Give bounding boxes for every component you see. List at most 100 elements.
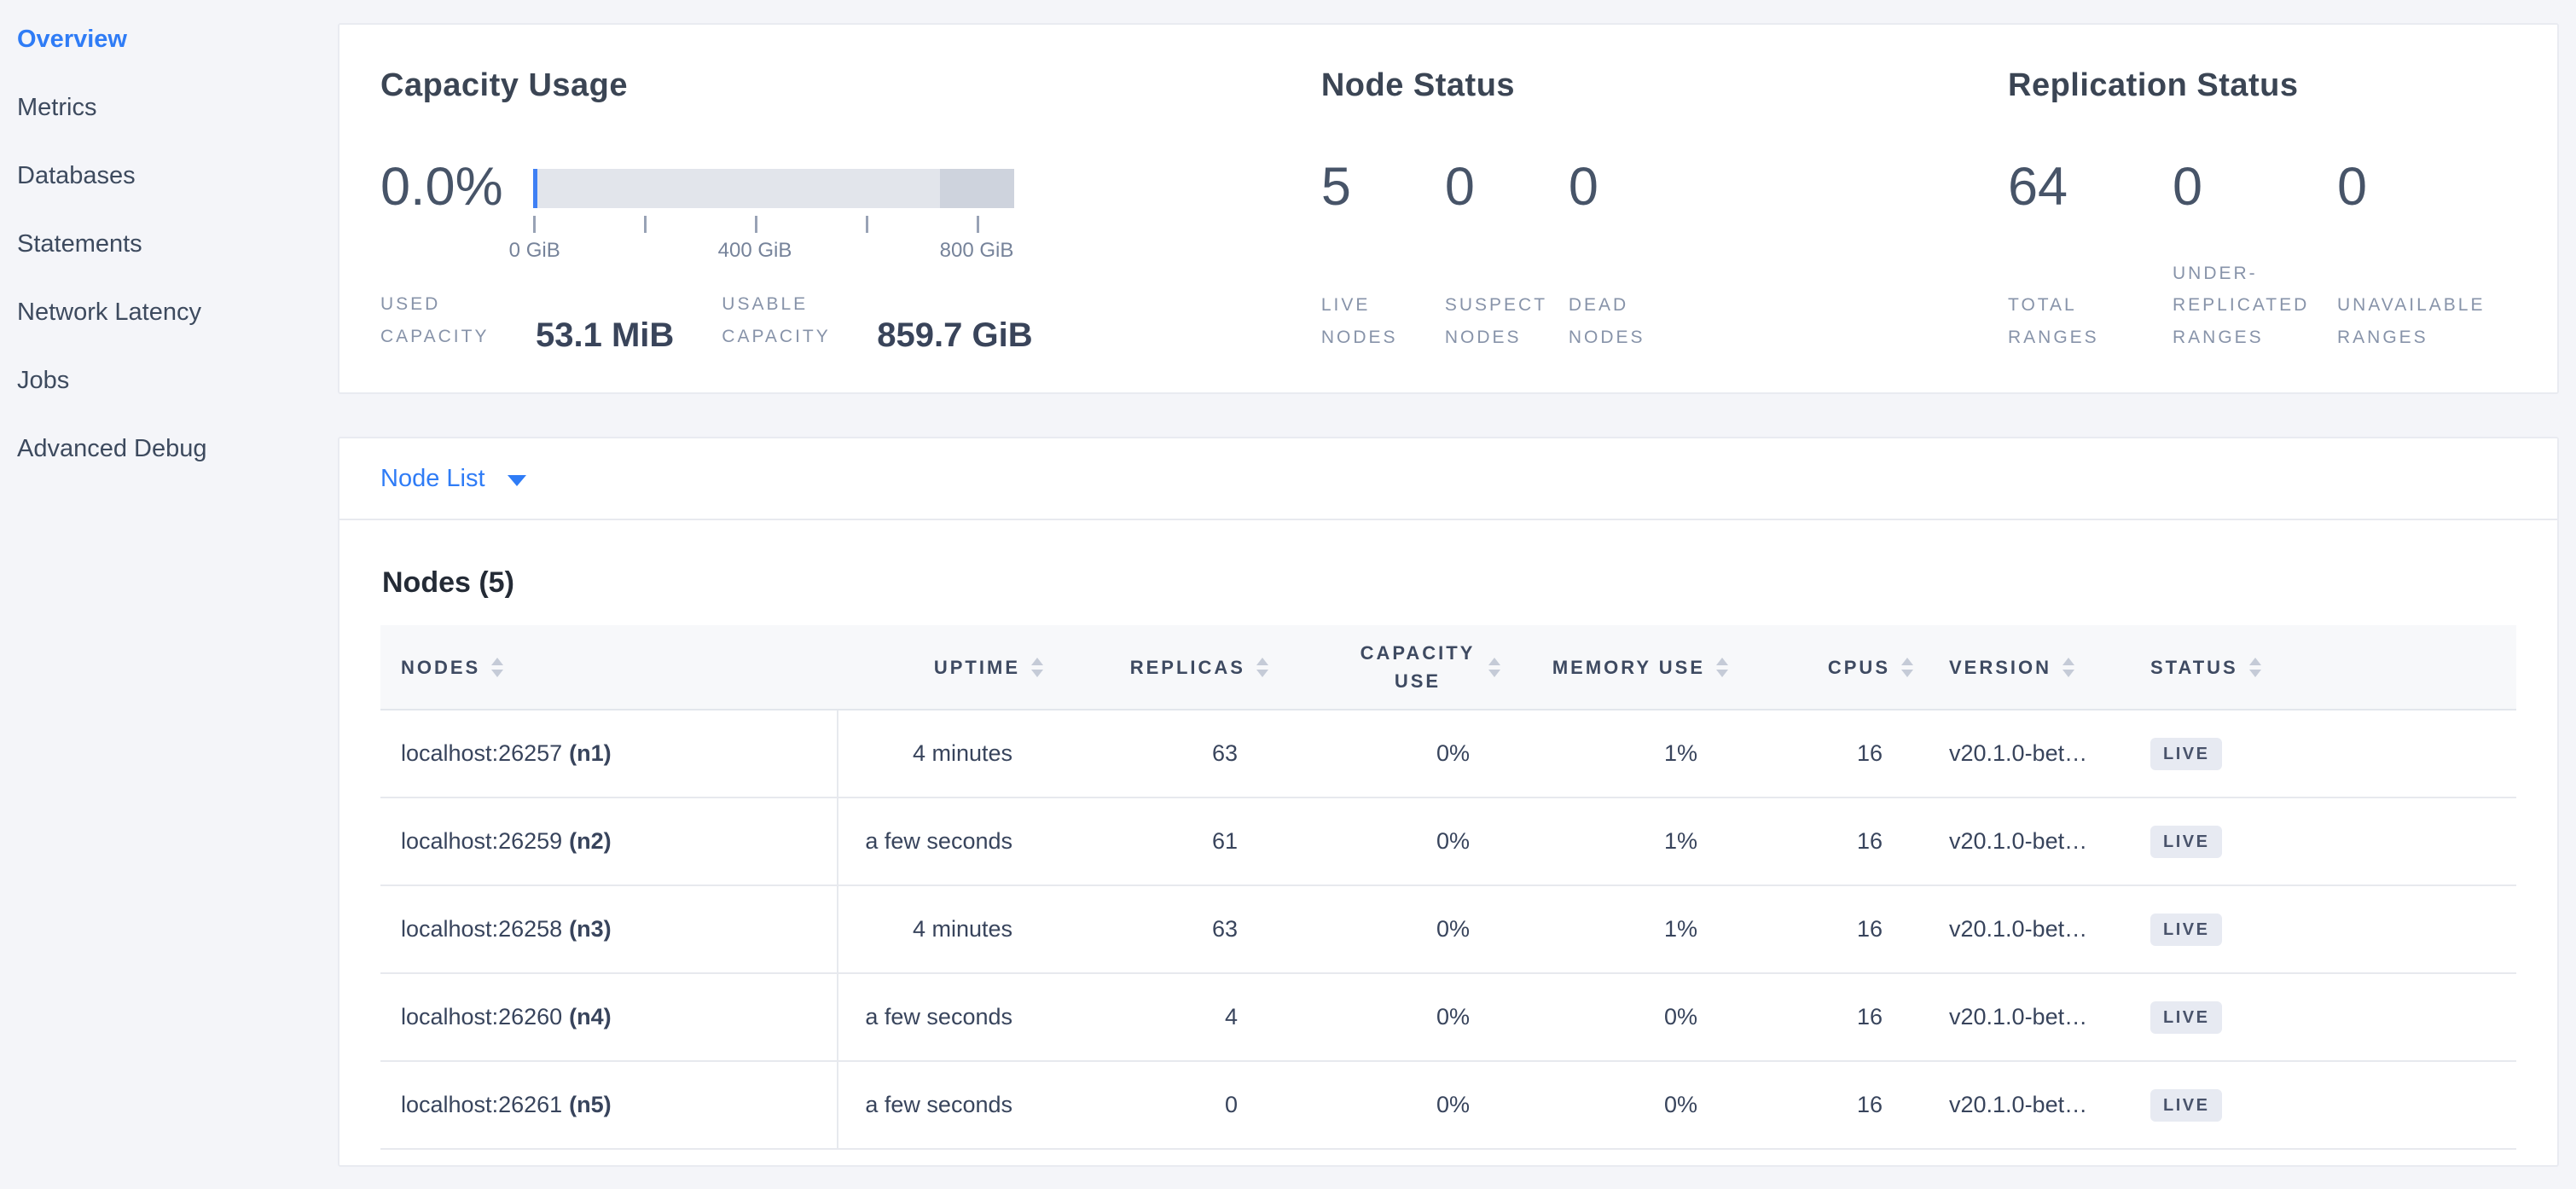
node-id: (n5) — [569, 1092, 612, 1118]
table-row-node-1[interactable]: localhost:26257(n1)4 minutes630%1%16v20.… — [380, 710, 2516, 798]
sidebar-item-advanced-debug[interactable]: Advanced Debug — [0, 415, 338, 483]
status-cell: LIVE — [2126, 1062, 2516, 1148]
column-header-nodes[interactable]: NODES — [380, 625, 838, 709]
status-badge: LIVE — [2150, 738, 2222, 770]
capacity-bar-used-segment — [533, 169, 537, 208]
status-cell: LIVE — [2126, 886, 2516, 972]
sort-arrows-icon — [1031, 658, 1043, 677]
version-cell: v20.1.0-bet… — [1925, 710, 2126, 797]
node-address-cell: localhost:26259(n2) — [380, 798, 838, 884]
replication-status-values: 6400 — [2008, 160, 2516, 214]
column-header-label: CAPACITY USE — [1358, 639, 1477, 695]
axis-tick — [644, 216, 647, 233]
status-cell: LIVE — [2126, 710, 2516, 797]
node-status-labels: LIVE NODESSUSPECT NODESDEAD NODES — [1321, 289, 2008, 353]
replicas-cell: 0 — [1055, 1062, 1280, 1148]
dead-nodes-value: 0 — [1569, 160, 1680, 214]
sidebar-item-overview[interactable]: Overview — [0, 5, 338, 73]
cpus-cell: 16 — [1740, 1062, 1925, 1148]
column-header-uptime[interactable]: UPTIME — [838, 625, 1055, 709]
axis-tick — [755, 216, 757, 233]
replicas-cell: 4 — [1055, 974, 1280, 1060]
capacity-use-cell: 0% — [1280, 1062, 1512, 1148]
total-ranges-label: TOTAL RANGES — [2008, 289, 2173, 353]
node-list-dropdown[interactable]: Node List — [380, 465, 526, 493]
node-address-cell: localhost:26261 (n5) — [380, 1062, 838, 1148]
nodes-table-section: Nodes (5) NODESUPTIMEREPLICASCAPACITY US… — [339, 566, 2557, 1150]
axis-label-400gib: 400 GiB — [718, 239, 792, 263]
column-header-status[interactable]: STATUS — [2126, 625, 2516, 709]
under-replicated-ranges-value: 0 — [2173, 160, 2337, 214]
node-address-cell: localhost:26258(n3) — [380, 886, 838, 972]
view-selector-row: Node List — [339, 438, 2557, 520]
used-capacity-label: USED CAPACITY — [380, 288, 510, 353]
status-cell: LIVE — [2126, 798, 2516, 884]
capacity-use-cell: 0% — [1280, 798, 1512, 884]
node-address: localhost:26261 — [401, 1092, 562, 1118]
chevron-down-icon — [508, 475, 526, 486]
memory-use-cell: 0% — [1512, 1062, 1740, 1148]
column-header-capacity-use[interactable]: CAPACITY USE — [1280, 625, 1512, 709]
table-header-row: NODES UPTIMEREPLICAS CAPACITY USE MEMORY US… — [380, 625, 2516, 710]
node-address-cell: localhost:26257 (n1) — [380, 710, 838, 797]
used-capacity-value: 53.1 MiB — [536, 317, 674, 353]
replicas-cell: 61 — [1055, 798, 1280, 884]
status-badge: LIVE — [2150, 826, 2222, 858]
column-header-version[interactable]: VERSION — [1925, 625, 2126, 709]
column-header-replicas[interactable]: REPLICAS — [1055, 625, 1280, 709]
sidebar-item-databases[interactable]: Databases — [0, 142, 338, 210]
capacity-use-cell: 0% — [1280, 886, 1512, 972]
memory-use-cell: 1% — [1512, 710, 1740, 797]
sort-arrows-icon — [2063, 658, 2074, 677]
usable-capacity-label: USABLE CAPACITY — [722, 288, 851, 353]
usable-capacity-value: 859.7 GiB — [877, 317, 1032, 353]
table-row-node-2[interactable]: localhost:26259(n2)a few seconds610%1%16… — [380, 798, 2516, 886]
unavailable-ranges-value: 0 — [2337, 160, 2367, 214]
sort-arrows-icon — [1716, 658, 1728, 677]
column-header-label: STATUS — [2150, 653, 2238, 682]
node-address: localhost:26260 — [401, 1004, 562, 1030]
under-replicated-ranges-label: UNDER-REPLICATED RANGES — [2173, 258, 2337, 353]
node-id: (n4) — [569, 1004, 612, 1030]
sidebar-item-metrics[interactable]: Metrics — [0, 73, 338, 142]
capacity-bar — [533, 169, 1014, 208]
node-status-values: 500 — [1321, 160, 2008, 214]
sidebar-item-statements[interactable]: Statements — [0, 210, 338, 278]
suspect-nodes-label: SUSPECT NODES — [1445, 289, 1569, 353]
sort-arrows-icon — [2249, 658, 2261, 677]
table-row-node-3[interactable]: localhost:26258(n3)4 minutes630%1%16v20.… — [380, 886, 2516, 974]
uptime-cell: 4 minutes — [838, 886, 1055, 972]
sidebar-item-jobs[interactable]: Jobs — [0, 346, 338, 415]
node-list-card: Node List Nodes (5) NODESUPTIMEREPLICASC… — [338, 437, 2559, 1167]
status-badge: LIVE — [2150, 914, 2222, 946]
status-badge: LIVE — [2150, 1089, 2222, 1122]
axis-tick — [866, 216, 868, 233]
table-row-node-5[interactable]: localhost:26261(n5)a few seconds00%0%16v… — [380, 1062, 2516, 1150]
replicas-cell: 63 — [1055, 886, 1280, 972]
suspect-nodes-value: 0 — [1445, 160, 1569, 214]
node-id: (n3) — [569, 916, 612, 942]
replication-status-title: Replication Status — [2008, 67, 2516, 104]
sidebar-item-network-latency[interactable]: Network Latency — [0, 278, 338, 346]
uptime-cell: 4 minutes — [838, 710, 1055, 797]
uptime-cell: a few seconds — [838, 1062, 1055, 1148]
node-address-cell: localhost:26260 (n4) — [380, 974, 838, 1060]
node-address: localhost:26257 — [401, 740, 562, 767]
table-body: localhost:26257(n1)4 minutes630%1%16v20.… — [380, 710, 2516, 1150]
sort-arrows-icon — [1488, 658, 1500, 677]
total-ranges-value: 64 — [2008, 160, 2173, 214]
column-header-memory-use[interactable]: MEMORY USE — [1512, 625, 1740, 709]
node-status-title: Node Status — [1321, 67, 2008, 104]
table-row-node-4[interactable]: localhost:26260(n4)a few seconds40%0%16v… — [380, 974, 2516, 1062]
status-badge: LIVE — [2150, 1001, 2222, 1034]
replicas-cell: 63 — [1055, 710, 1280, 797]
status-cell: LIVE — [2126, 974, 2516, 1060]
cluster-overview-card: Capacity Usage 0.0% — [338, 23, 2559, 394]
column-header-label: NODES — [401, 653, 480, 682]
version-cell: v20.1.0-bet… — [1925, 1062, 2126, 1148]
node-id: (n1) — [569, 740, 612, 767]
dead-nodes-label: DEAD NODES — [1569, 289, 1680, 353]
cpus-cell: 16 — [1740, 886, 1925, 972]
column-header-cpus[interactable]: CPUS — [1740, 625, 1925, 709]
node-status-section: Node Status 500 LIVE NODESSUSPECT NODESD… — [1321, 67, 2008, 353]
